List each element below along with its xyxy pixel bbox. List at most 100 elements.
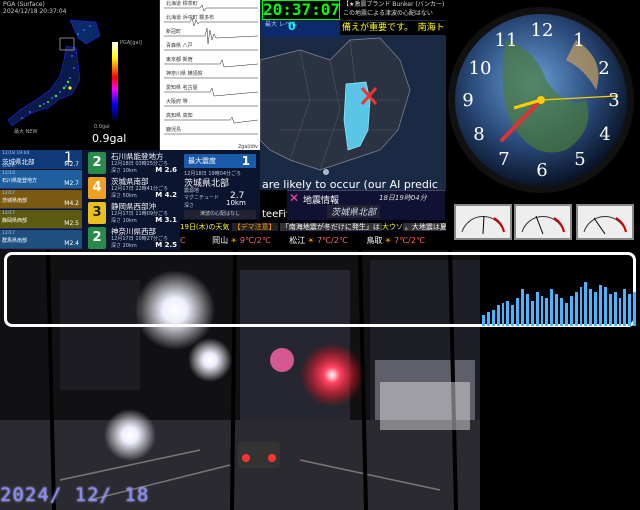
- spectrum-bar: [633, 291, 636, 326]
- quake-card-meta: 深さ 10km M 3.1: [111, 216, 181, 224]
- quake-time: 12/17: [2, 211, 15, 216]
- right-gauge: [576, 204, 634, 240]
- weather-temp: 7℃/2℃: [316, 236, 348, 245]
- spectrum-bar: [482, 314, 485, 326]
- pga-max-sub: 0.0gal: [94, 124, 110, 130]
- spectrum-bar: [535, 291, 539, 326]
- weather-city: 岡山: [212, 236, 229, 245]
- svg-text:9: 9: [462, 90, 473, 111]
- weather-prefix: C: [180, 236, 186, 245]
- ticker-line-1: 【★激震ブランド Bunker (バンカー): [343, 1, 445, 8]
- quake-name: 静岡県西部: [2, 218, 28, 224]
- spectrum-bar: [613, 291, 617, 326]
- pga-timestamp: 2024/12/18 20:37:04: [3, 8, 67, 15]
- svg-text:5: 5: [574, 149, 585, 170]
- quake-card-level: 2: [88, 152, 106, 174]
- spectrum-bar: [569, 296, 573, 326]
- spectrum-bar: [608, 293, 612, 326]
- quake-card-mag: M 2.5: [155, 241, 177, 249]
- weather-temp: 7℃/2℃: [394, 236, 425, 245]
- spectrum-bar: [496, 305, 500, 326]
- list-item[interactable]: 12/17 静岡県西部 M2.5: [0, 210, 82, 229]
- quake-card[interactable]: 3 静岡県西部沖 12月17日 11時09分ごろ 深さ 10km M 3.1: [86, 201, 180, 225]
- max-panel-depth: 10km: [226, 199, 246, 207]
- camera-datestamp: 2024/ 12/ 18: [0, 484, 150, 506]
- quake-card-depth: 深さ 50km: [111, 193, 137, 199]
- quake-card-level: 2: [88, 227, 106, 249]
- svg-text:12: 12: [531, 20, 554, 41]
- wave-station-label: 高知県 高知: [166, 113, 193, 119]
- weather-city-strip: C 岡山 ☀ 9℃/2℃ 松江 ☀ 7℃/2℃ 鳥取 ☀ 7℃/2℃: [180, 234, 446, 247]
- spectrum-bar: [491, 309, 495, 326]
- japan-pga-map: [7, 19, 101, 127]
- spectrum-bar: [599, 284, 602, 326]
- spectrum-bar: [574, 291, 578, 326]
- weather-temp: 9℃/2℃: [239, 236, 271, 245]
- spectrum-bar: [545, 298, 549, 326]
- audio-spectrum: [480, 280, 636, 326]
- weather-news-ticker: 19日(木)の天気 【デマ注意】 「南海地震が冬だけに発生」は 大ウソ 。大地震は夏…: [180, 221, 446, 233]
- wave-station-label: 北海道 浜中町 霧多布: [166, 15, 215, 21]
- quake-card[interactable]: 4 茨城県南部 12月17日 22時41分ごろ 深さ 50km M 4.2: [86, 176, 180, 200]
- svg-text:11: 11: [495, 30, 518, 51]
- spectrum-bar: [521, 289, 524, 326]
- sun-icon: ☀: [384, 236, 392, 245]
- svg-text:1: 1: [573, 30, 584, 51]
- quake-card[interactable]: 2 神奈川県西部 12月17日 10時27分ごろ 深さ 20km M 2.5: [86, 226, 180, 250]
- svg-text:3: 3: [608, 90, 619, 111]
- pga-new-label: 最大 NEW: [14, 129, 38, 135]
- quake-level: 1: [64, 150, 73, 166]
- list-item[interactable]: 12/17 群馬県南部 M2.4: [0, 230, 82, 249]
- wave-station-label: 鹿児島: [166, 127, 182, 133]
- sun-icon: ☀: [307, 236, 315, 245]
- spectrum-bar: [564, 303, 568, 326]
- svg-text:2: 2: [598, 58, 609, 79]
- quake-info-region: 茨城県北部: [327, 205, 381, 218]
- middle-gauge: [514, 204, 572, 240]
- list-item[interactable]: 12/18 19:04 茨城県北部 10km M2.7 1: [0, 150, 82, 169]
- max-panel-footer: 津波の心配はなし: [184, 210, 256, 219]
- quake-card-depth: 深さ 10km: [111, 168, 137, 174]
- quake-mag: M2.4: [64, 240, 79, 247]
- max-intensity-header: 最大震度 1: [184, 154, 256, 168]
- spectrum-bar: [618, 298, 622, 326]
- weather-text: 「南海地震が冬だけに発生」は: [279, 223, 382, 231]
- list-item[interactable]: 12/18 石川県能登地方 M2.7: [0, 170, 82, 189]
- spectrum-bar: [506, 300, 510, 326]
- wave-station-label: 北海道 標茶町: [166, 1, 198, 7]
- weather-text2: 。大地震は夏でも発生する: [402, 223, 446, 231]
- spectrum-bar: [555, 293, 558, 326]
- pga-title: PGA (Surface): [3, 1, 45, 8]
- max-panel-depth-label: 深さ: [184, 203, 195, 209]
- quake-card-mag: M 3.1: [155, 216, 177, 224]
- spectrum-bar: [530, 300, 534, 326]
- quake-name: 群馬県南部: [2, 238, 28, 244]
- max-level-value: 0: [288, 20, 296, 33]
- spectrum-bar: [589, 289, 593, 326]
- quake-card[interactable]: 2 石川県能登地方 12月18日 03時25分ごろ 深さ 10km M 2.6: [86, 151, 180, 175]
- quake-time: 12/18: [2, 171, 15, 176]
- list-item[interactable]: 12/17 茨城県南部 M4.2: [0, 190, 82, 209]
- left-gauge: [454, 204, 512, 240]
- ticker-line-2: この地震による津波の心配はない: [343, 10, 433, 17]
- weather-city: 松江: [289, 236, 306, 245]
- weather-date: 19日(木)の天気: [180, 223, 230, 231]
- spectrum-bar: [525, 293, 529, 326]
- spectrum-bar: [486, 312, 490, 326]
- spectrum-bar: [516, 298, 519, 326]
- recent-quake-list: 12/18 19:04 茨城県北部 10km M2.7 1 12/18 石川県能…: [0, 150, 82, 250]
- quake-card-level: 4: [88, 177, 106, 199]
- max-intensity-label: 最大震度: [188, 157, 216, 165]
- pga-legend-unit: PGA[gal]: [120, 40, 142, 46]
- quake-info-datetime: 18日19時04分: [379, 194, 427, 202]
- svg-text:10: 10: [469, 58, 492, 79]
- spectrum-bar: [560, 298, 563, 326]
- analog-clock-panel: 123 456 789 10 11 12: [446, 0, 640, 200]
- pga-map-panel: PGA (Surface) 2024/12/18 20:37:04 PGA[ga…: [0, 0, 160, 150]
- quake-cards: 2 石川県能登地方 12月18日 03時25分ごろ 深さ 10km M 2.6 4…: [82, 150, 180, 250]
- quake-card-depth: 深さ 20km: [111, 243, 137, 249]
- spectrum-bar: [501, 303, 505, 326]
- wave-station-label: 大阪府 堺: [166, 99, 188, 105]
- svg-text:8: 8: [473, 124, 484, 145]
- max-intensity-panel: 最大震度 1 12月18日 19時04分ごろ 茨城県北部 震源地 マグニチュード…: [180, 150, 260, 220]
